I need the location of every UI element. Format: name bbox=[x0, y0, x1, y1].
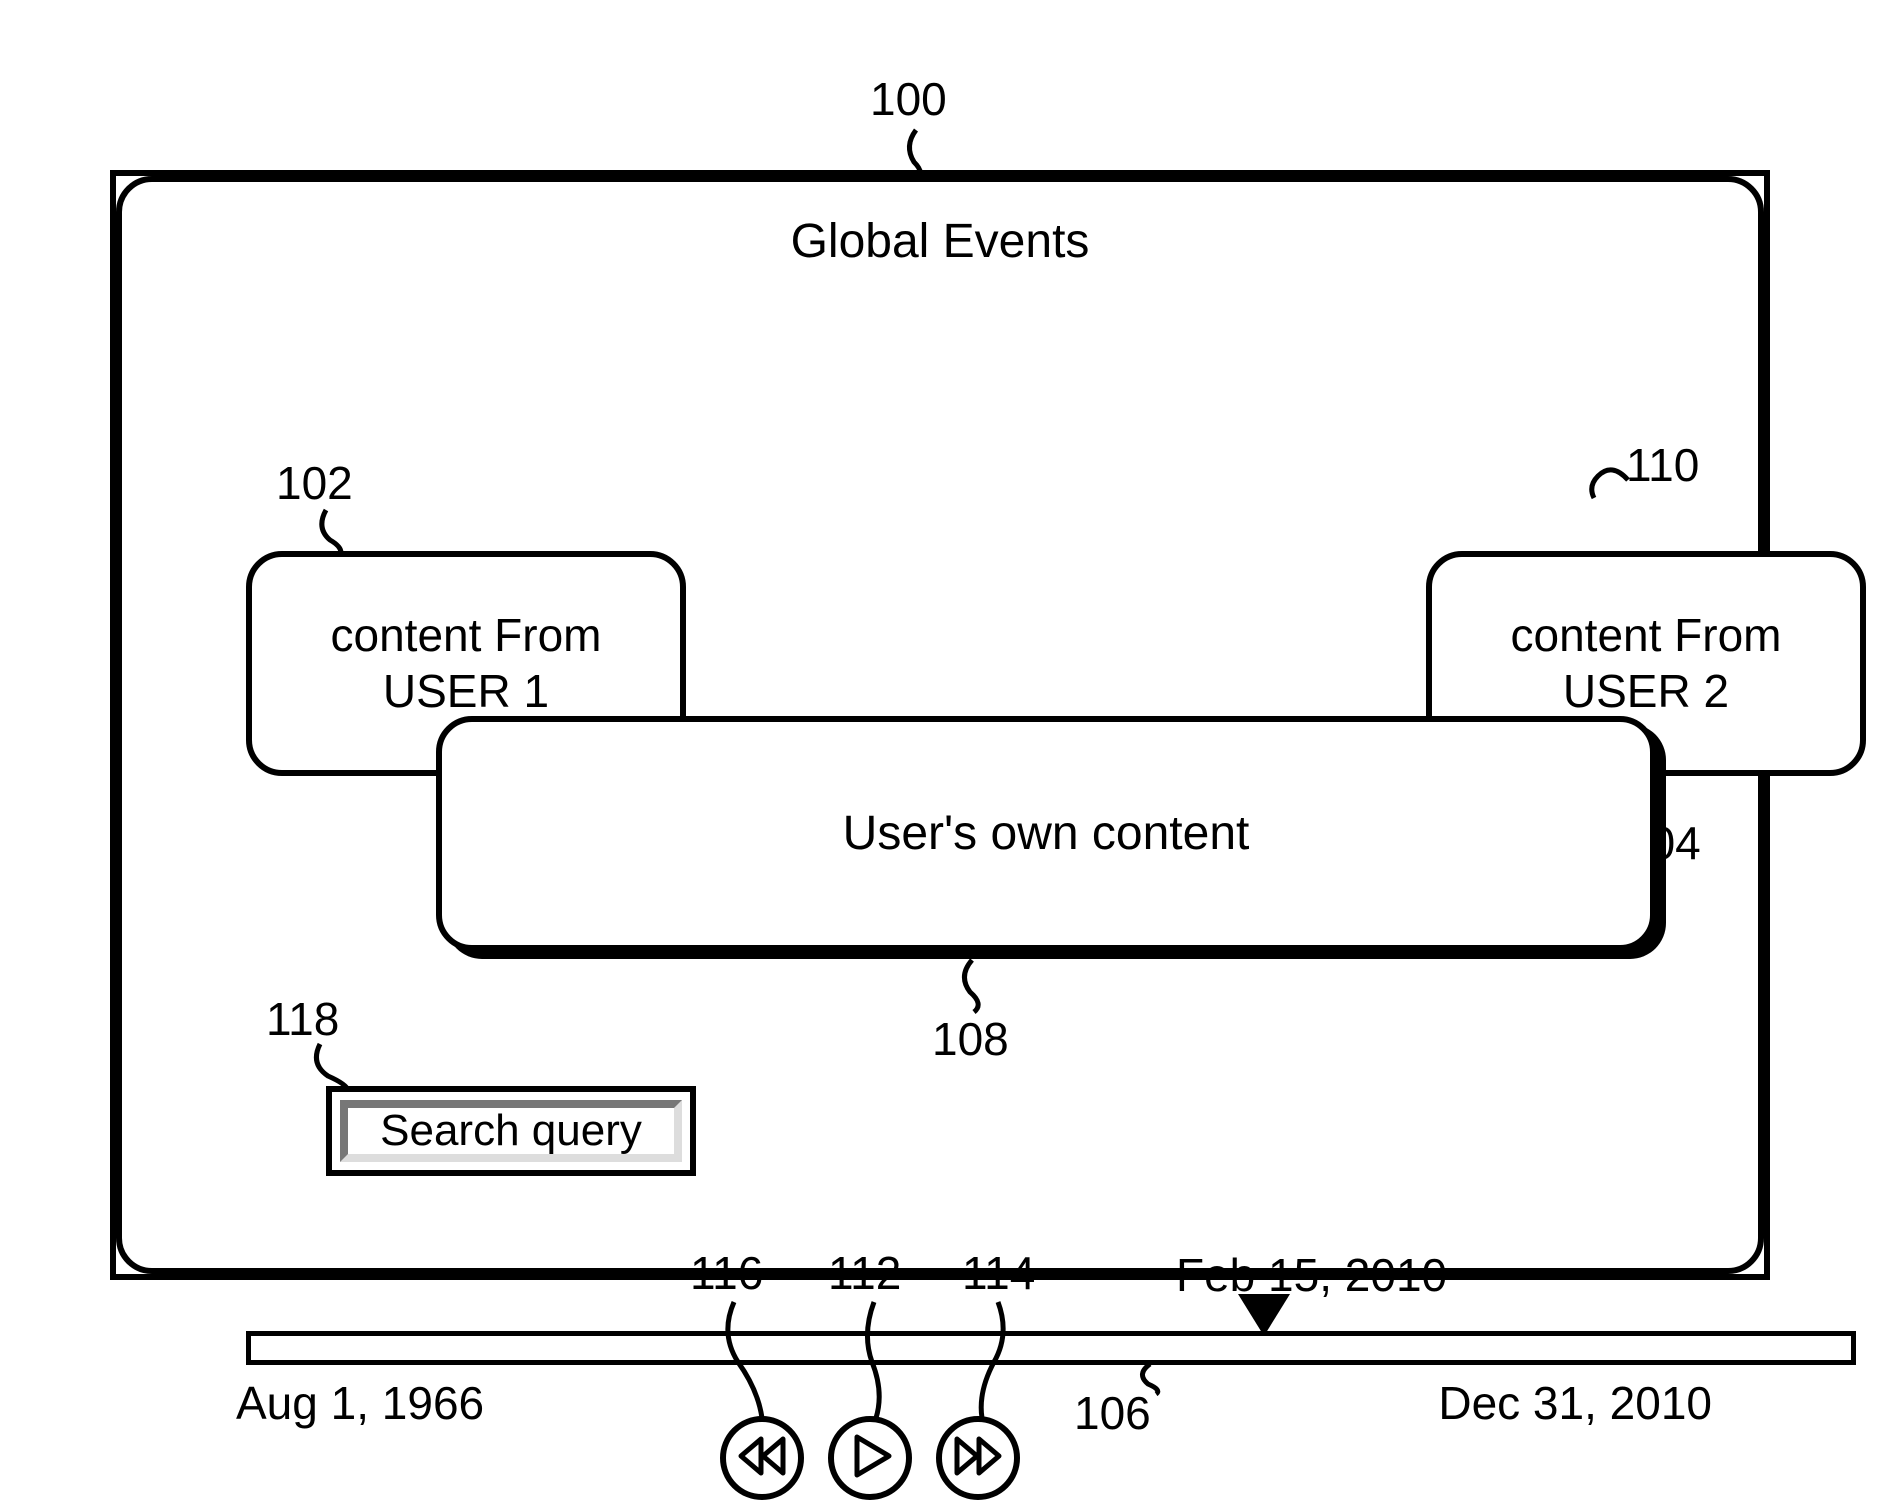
label-own-content: User's own content bbox=[843, 805, 1250, 863]
play-icon bbox=[843, 1429, 897, 1488]
timeline-start-date: Aug 1, 1966 bbox=[236, 1376, 484, 1430]
ref-108: 108 bbox=[932, 1012, 1009, 1066]
label-global-events: Global Events bbox=[116, 214, 1764, 269]
ref-102: 102 bbox=[276, 456, 353, 510]
box-global-events: Global Events bbox=[116, 176, 1196, 496]
ref-114: 114 bbox=[962, 1246, 1035, 1300]
label-user2-line1: content From bbox=[1511, 608, 1782, 663]
play-button[interactable] bbox=[828, 1416, 912, 1500]
rewind-icon bbox=[735, 1429, 789, 1488]
search-query-button[interactable]: Search query bbox=[326, 1086, 696, 1176]
ref-100: 100 bbox=[870, 72, 947, 126]
label-user1-line2: USER 1 bbox=[383, 664, 549, 719]
label-user1-line1: content From bbox=[331, 608, 602, 663]
box-own-content: User's own content bbox=[436, 716, 1656, 951]
fast-forward-icon bbox=[951, 1429, 1005, 1488]
timeline-playhead-icon[interactable] bbox=[1238, 1294, 1290, 1336]
diagram-frame: Global Events content From USER 1 conten… bbox=[110, 170, 1770, 1280]
ref-110: 110 bbox=[1626, 438, 1699, 492]
fast-forward-button[interactable] bbox=[936, 1416, 1020, 1500]
ref-118: 118 bbox=[266, 992, 339, 1046]
ref-112: 112 bbox=[828, 1246, 901, 1300]
label-user2-line2: USER 2 bbox=[1563, 664, 1729, 719]
timeline-end-date: Dec 31, 2010 bbox=[1438, 1376, 1712, 1430]
timeline-current-date: Feb 15, 2010 bbox=[1176, 1248, 1447, 1302]
ref-116: 116 bbox=[690, 1246, 763, 1300]
rewind-button[interactable] bbox=[720, 1416, 804, 1500]
timeline-track[interactable] bbox=[246, 1331, 1856, 1365]
search-query-label: Search query bbox=[332, 1092, 690, 1170]
